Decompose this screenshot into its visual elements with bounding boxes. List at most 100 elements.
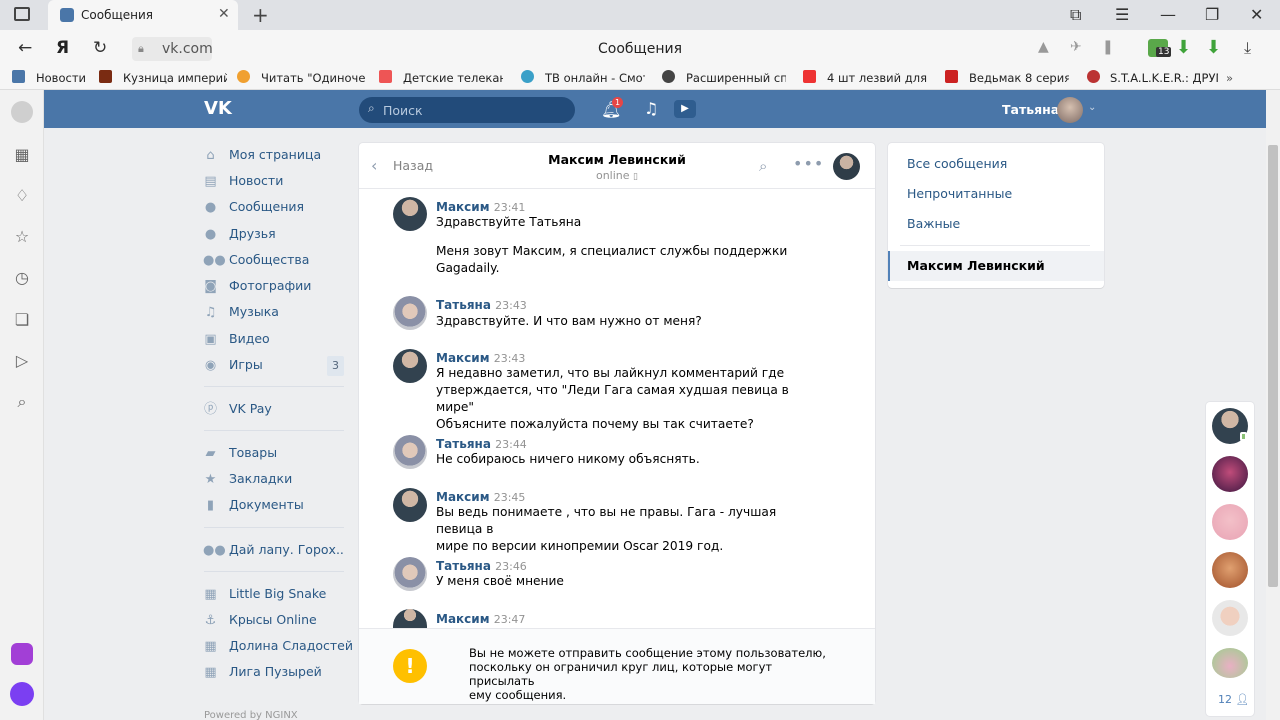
bookmark-item[interactable]: S.T.A.L.K.E.R.: ДРУГ xyxy=(1110,71,1218,85)
avatar[interactable] xyxy=(393,488,427,522)
avatar[interactable] xyxy=(393,557,427,591)
games-counter-badge: 3 xyxy=(327,356,344,376)
minimize-button[interactable]: — xyxy=(1160,5,1176,24)
menu-item-photos[interactable]: ◙ Фотографии xyxy=(203,277,343,299)
chevron-down-icon[interactable]: ⌄ xyxy=(1088,102,1096,113)
active-dialog-label[interactable]: Максим Левинский xyxy=(907,258,1045,273)
contacts-count[interactable]: 12 👤︎ xyxy=(1218,693,1249,706)
close-tab-icon[interactable]: ✕ xyxy=(218,6,230,22)
menu-item-vkpay[interactable]: ⓟ VK Pay xyxy=(203,400,343,422)
menu-item-messages[interactable]: ● Сообщения xyxy=(203,198,343,220)
menu-item-group-paw[interactable]: ●● Дай лапу. Горох.. xyxy=(203,541,344,563)
bookmark-item[interactable]: Кузница империй xyxy=(123,71,227,85)
menu-item-documents[interactable]: ▮ Документы xyxy=(203,496,343,518)
menu-item-video[interactable]: ▣ Видео xyxy=(203,330,343,352)
bell-rail-icon[interactable]: ♢ xyxy=(12,186,32,206)
downloads-icon[interactable]: ⤓ xyxy=(1244,38,1251,58)
close-window-button[interactable]: ✕ xyxy=(1250,5,1263,24)
music-player-icon[interactable]: ♫ xyxy=(644,99,658,118)
menu-item-bubble-league[interactable]: ▦ Лига Пузырей xyxy=(203,663,343,685)
user-name[interactable]: Татьяна xyxy=(1002,102,1059,117)
contact-avatar[interactable] xyxy=(1212,600,1248,636)
new-tab-button[interactable]: + xyxy=(252,3,269,27)
bookmark-item[interactable]: Расширенный спи xyxy=(686,71,786,85)
tv-bookmark-icon xyxy=(379,70,392,83)
collections-icon[interactable]: ❏ xyxy=(12,310,32,330)
message-author[interactable]: Максим 23:43 xyxy=(436,351,525,365)
message-author[interactable]: Татьяна 23:44 xyxy=(436,437,527,451)
message-author[interactable]: Максим 23:47 xyxy=(436,612,525,626)
menu-item-communities[interactable]: ●● Сообщества xyxy=(203,251,343,273)
turbo-icon[interactable]: ✈ xyxy=(1070,39,1082,55)
messenger-rail-icon[interactable] xyxy=(11,643,33,665)
menu-item-games[interactable]: ◉ Игры xyxy=(203,356,343,378)
warning-text: Вы не можете отправить сообщение этому п… xyxy=(469,646,826,702)
app-grid-icon: ▦ xyxy=(204,639,217,654)
chat-search-icon[interactable]: ⌕ xyxy=(759,157,767,175)
bookmark-item[interactable]: Детские телекана xyxy=(403,71,503,85)
play-icon[interactable]: ▶ xyxy=(674,100,696,118)
bookmark-icon[interactable]: ❚ xyxy=(1102,39,1114,55)
apps-grid-icon[interactable]: ▦ xyxy=(12,145,32,165)
message-author[interactable]: Татьяна 23:43 xyxy=(436,298,527,312)
messages-icon: ● xyxy=(204,200,217,215)
avatar[interactable] xyxy=(393,197,427,231)
sidebar-toggle-icon[interactable] xyxy=(14,7,30,21)
user-avatar[interactable] xyxy=(1057,97,1083,123)
mobile-icon: ▯ xyxy=(633,172,638,182)
menu-item-news[interactable]: ▤ Новости xyxy=(203,172,343,194)
avatar[interactable] xyxy=(393,296,427,330)
menu-item-my-page[interactable]: ⌂ Моя страница xyxy=(203,146,343,168)
bookmark-item[interactable]: Читать "Одиночес xyxy=(261,71,365,85)
message-author[interactable]: Максим 23:45 xyxy=(436,490,525,504)
search-input[interactable] xyxy=(383,101,563,119)
scrollbar-thumb[interactable] xyxy=(1268,145,1278,587)
download-green-icon[interactable]: ⬇ xyxy=(1176,37,1191,58)
more-bookmarks-icon[interactable]: » xyxy=(1226,71,1233,85)
peer-avatar[interactable] xyxy=(833,153,860,180)
bookmark-item[interactable]: Новости xyxy=(36,71,92,85)
warning-icon: ! xyxy=(393,649,427,683)
tab-title: Сообщения xyxy=(81,8,154,22)
menu-divider xyxy=(204,527,344,528)
video-rail-icon[interactable]: ▷ xyxy=(12,351,32,371)
bookmark-item[interactable]: ТВ онлайн - Смотр xyxy=(545,71,645,85)
menu-item-little-big-snake[interactable]: ▦ Little Big Snake xyxy=(203,585,343,607)
message-time: 23:41 xyxy=(493,201,526,214)
bookmarks-manager-icon[interactable]: ⧉ xyxy=(1070,5,1081,25)
restore-button[interactable]: ❐ xyxy=(1205,5,1219,24)
bookmark-item[interactable]: Ведьмак 8 серия с xyxy=(969,71,1069,85)
star-rail-icon[interactable]: ☆ xyxy=(12,227,32,247)
menu-item-goods[interactable]: ▰ Товары xyxy=(203,444,343,466)
menu-item-music[interactable]: ♫ Музыка xyxy=(203,303,343,325)
bookmark-item[interactable]: 4 шт лезвий для б xyxy=(827,71,927,85)
download-green-2-icon[interactable]: ⬇ xyxy=(1206,37,1221,58)
protect-icon[interactable]: ▲ xyxy=(1038,39,1049,55)
avatar[interactable] xyxy=(393,435,427,469)
contact-avatar[interactable] xyxy=(1212,648,1248,678)
menu-item-bookmarks[interactable]: ★ Закладки xyxy=(203,470,343,492)
menu-item-rats-online[interactable]: ⚓ Крысы Online xyxy=(203,611,343,633)
avatar[interactable] xyxy=(393,349,427,383)
shop-bookmark-icon xyxy=(803,70,816,83)
message-author[interactable]: Татьяна 23:46 xyxy=(436,559,527,573)
contact-avatar[interactable] xyxy=(1212,552,1248,588)
profile-icon[interactable] xyxy=(11,101,33,123)
filter-all-messages[interactable]: Все сообщения xyxy=(907,156,1007,171)
history-icon[interactable]: ◷ xyxy=(12,268,32,288)
vk-logo-icon[interactable]: VK xyxy=(204,98,232,119)
filter-important[interactable]: Важные xyxy=(907,216,960,231)
contact-avatar[interactable] xyxy=(1212,456,1248,492)
menu-item-friends[interactable]: ● Друзья xyxy=(203,225,343,247)
alice-icon[interactable] xyxy=(10,682,34,706)
more-options-icon[interactable]: ••• xyxy=(793,154,824,173)
message-text: Я недавно заметил, что вы лайкнул коммен… xyxy=(436,366,789,431)
contact-avatar[interactable] xyxy=(1212,504,1248,540)
find-rail-icon[interactable]: ⌕ xyxy=(12,392,32,412)
menu-divider xyxy=(204,571,344,572)
filter-unread[interactable]: Непрочитанные xyxy=(907,186,1012,201)
search-bookmark-icon xyxy=(662,70,675,83)
menu-icon[interactable]: ☰ xyxy=(1115,5,1129,24)
menu-item-sweet-valley[interactable]: ▦ Долина Сладостей xyxy=(203,637,353,659)
message-author[interactable]: Максим 23:41 xyxy=(436,200,525,214)
